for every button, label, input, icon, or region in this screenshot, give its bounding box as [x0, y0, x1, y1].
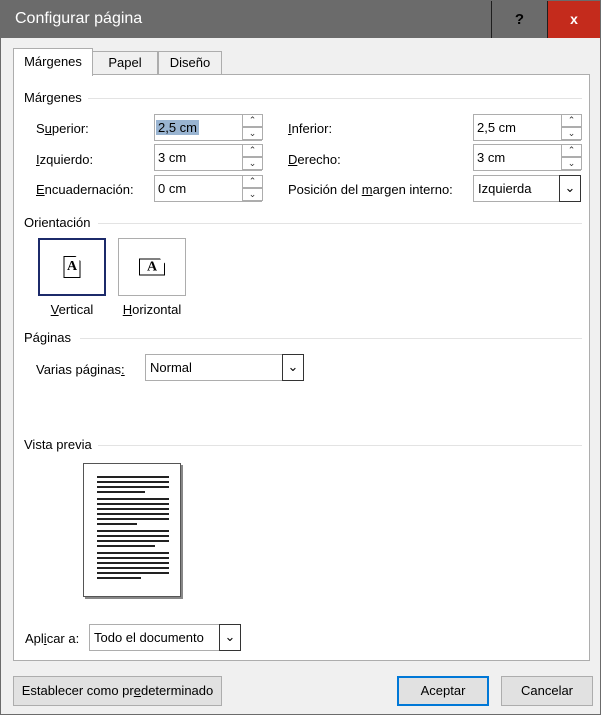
page-setup-dialog: Configurar página ? x Papel Diseño Márge…	[0, 0, 601, 715]
derecho-up-icon[interactable]: ⌃	[561, 144, 582, 157]
orientation-divider	[98, 223, 582, 224]
tab-panel-margenes: Márgenes Superior: 2,5 cm ⌃ ⌄ Izquierdo:…	[13, 74, 590, 661]
pages-divider	[80, 338, 582, 339]
landscape-page-icon: A	[139, 258, 165, 276]
pages-section-label: Páginas	[24, 330, 71, 345]
superior-up-icon[interactable]: ⌃	[242, 114, 263, 127]
close-button[interactable]: x	[547, 1, 600, 38]
preview-text-line	[97, 545, 155, 547]
aplicar-a-value: Todo el documento	[94, 630, 204, 645]
portrait-page-icon: A	[63, 256, 81, 278]
inferior-up-icon[interactable]: ⌃	[561, 114, 582, 127]
preview-page	[83, 463, 181, 597]
encuadernacion-down-icon[interactable]: ⌄	[242, 188, 263, 201]
preview-divider	[98, 445, 582, 446]
inferior-value[interactable]: 2,5 cm	[475, 120, 518, 135]
margins-section-label: Márgenes	[24, 90, 82, 105]
portrait-option[interactable]: A	[38, 238, 106, 296]
preview-text-line	[97, 557, 169, 559]
title-bar[interactable]: Configurar página ? x	[1, 1, 600, 38]
preview-text-line	[97, 540, 169, 542]
aplicar-a-select[interactable]: Todo el documento ⌄	[89, 624, 241, 651]
tab-papel[interactable]: Papel	[92, 51, 158, 75]
chevron-down-icon[interactable]: ⌄	[559, 175, 581, 202]
tab-margenes[interactable]: Márgenes	[13, 48, 93, 76]
help-button[interactable]: ?	[491, 1, 547, 38]
inferior-label: Inferior:	[288, 121, 333, 136]
izquierdo-down-icon[interactable]: ⌄	[242, 157, 263, 170]
encuadernacion-value[interactable]: 0 cm	[156, 181, 188, 196]
portrait-label[interactable]: Vertical	[38, 302, 106, 317]
varias-paginas-select[interactable]: Normal ⌄	[145, 354, 304, 381]
posicion-margen-value: Izquierda	[478, 181, 532, 196]
chevron-down-icon[interactable]: ⌄	[219, 624, 241, 651]
preview-text-line	[97, 523, 137, 525]
aplicar-a-label: Aplicar a:	[25, 631, 80, 646]
posicion-margen-select[interactable]: Izquierda ⌄	[473, 175, 581, 202]
preview-text-line	[97, 486, 169, 488]
preview-text-line	[97, 491, 145, 493]
posicion-margen-label: Posición del margen interno:	[288, 182, 453, 197]
inferior-spinner[interactable]: 2,5 cm ⌃ ⌄	[473, 114, 582, 141]
preview-text-line	[97, 562, 169, 564]
preview-section-label: Vista previa	[24, 437, 92, 452]
preview-text-line	[97, 552, 169, 554]
set-default-button[interactable]: Establecer como predeterminado	[13, 676, 222, 706]
preview-text-line	[97, 476, 169, 478]
preview-text-line	[97, 508, 169, 510]
landscape-option[interactable]: A	[118, 238, 186, 296]
preview-text-line	[97, 577, 141, 579]
inferior-down-icon[interactable]: ⌄	[561, 127, 582, 140]
derecho-label: Derecho:	[288, 152, 341, 167]
derecho-spinner[interactable]: 3 cm ⌃ ⌄	[473, 144, 582, 171]
preview-text-line	[97, 535, 169, 537]
superior-label: Superior:	[36, 121, 89, 136]
landscape-label[interactable]: Horizontal	[114, 302, 190, 317]
preview-text-line	[97, 518, 169, 520]
preview-text-line	[97, 530, 169, 532]
tab-diseno[interactable]: Diseño	[158, 51, 222, 75]
derecho-down-icon[interactable]: ⌄	[561, 157, 582, 170]
derecho-value[interactable]: 3 cm	[475, 150, 507, 165]
izquierdo-spinner[interactable]: 3 cm ⌃ ⌄	[154, 144, 263, 171]
chevron-down-icon[interactable]: ⌄	[282, 354, 304, 381]
preview-text-line	[97, 481, 169, 483]
preview-text-line	[97, 513, 169, 515]
window-title: Configurar página	[15, 10, 143, 27]
orientation-section-label: Orientación	[24, 215, 91, 230]
superior-spinner[interactable]: 2,5 cm ⌃ ⌄	[154, 114, 263, 141]
superior-down-icon[interactable]: ⌄	[242, 127, 263, 140]
ok-button[interactable]: Aceptar	[397, 676, 489, 706]
varias-paginas-label: Varias páginas:	[36, 362, 125, 377]
preview-text-line	[97, 567, 169, 569]
preview-text-line	[97, 498, 169, 500]
margins-divider	[88, 98, 582, 99]
encuadernacion-up-icon[interactable]: ⌃	[242, 175, 263, 188]
izquierdo-up-icon[interactable]: ⌃	[242, 144, 263, 157]
encuadernacion-label: Encuadernación:	[36, 182, 134, 197]
preview-text-line	[97, 503, 169, 505]
izquierdo-value[interactable]: 3 cm	[156, 150, 188, 165]
varias-paginas-value: Normal	[150, 360, 192, 375]
cancel-button[interactable]: Cancelar	[501, 676, 593, 706]
encuadernacion-spinner[interactable]: 0 cm ⌃ ⌄	[154, 175, 263, 202]
superior-value[interactable]: 2,5 cm	[156, 120, 200, 135]
preview-text-line	[97, 572, 169, 574]
izquierdo-label: Izquierdo:	[36, 152, 94, 167]
